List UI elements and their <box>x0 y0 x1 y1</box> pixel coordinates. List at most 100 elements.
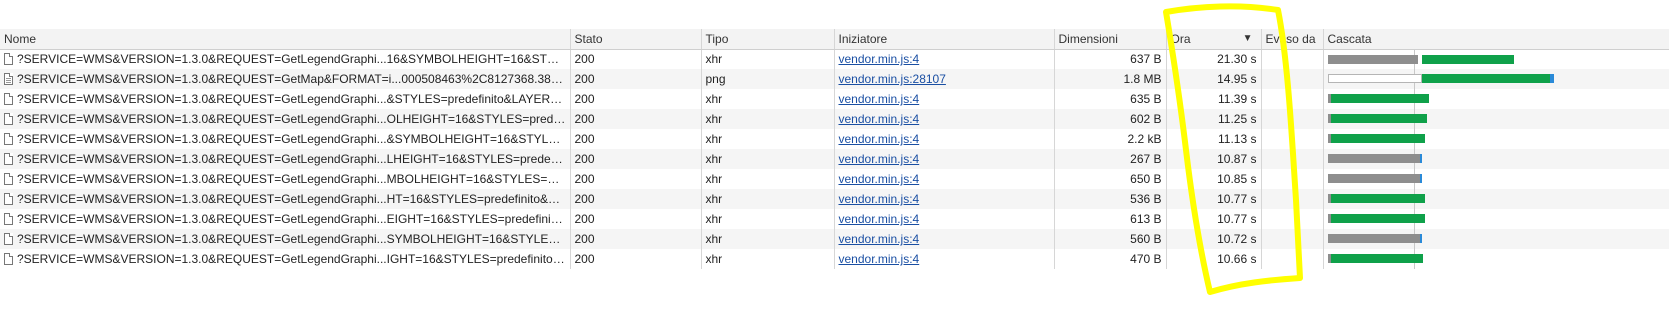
table-row[interactable]: ?SERVICE=WMS&VERSION=1.3.0&REQUEST=GetLe… <box>0 109 1669 129</box>
request-name[interactable]: ?SERVICE=WMS&VERSION=1.3.0&REQUEST=GetLe… <box>0 89 571 109</box>
request-served-from <box>1261 189 1324 209</box>
request-name[interactable]: ?SERVICE=WMS&VERSION=1.3.0&REQUEST=GetLe… <box>0 209 571 229</box>
request-waterfall[interactable] <box>1323 49 1669 69</box>
table-row[interactable]: ?SERVICE=WMS&VERSION=1.3.0&REQUEST=GetLe… <box>0 149 1669 169</box>
waterfall-download-bar <box>1330 254 1423 263</box>
request-name[interactable]: ?SERVICE=WMS&VERSION=1.3.0&REQUEST=GetLe… <box>0 249 571 269</box>
request-status: 200 <box>570 229 702 249</box>
column-header-served-from[interactable]: Evaso da <box>1261 29 1324 50</box>
table-row[interactable]: ?SERVICE=WMS&VERSION=1.3.0&REQUEST=GetLe… <box>0 229 1669 249</box>
request-waterfall[interactable] <box>1323 109 1669 129</box>
table-row[interactable]: ?SERVICE=WMS&VERSION=1.3.0&REQUEST=GetLe… <box>0 169 1669 189</box>
request-served-from <box>1261 229 1324 249</box>
initiator-link[interactable]: vendor.min.js:4 <box>839 152 920 166</box>
request-name[interactable]: ?SERVICE=WMS&VERSION=1.3.0&REQUEST=GetLe… <box>0 189 571 209</box>
request-served-from <box>1261 169 1324 189</box>
column-header-name[interactable]: Nome <box>0 29 571 50</box>
request-initiator: vendor.min.js:4 <box>834 49 1055 69</box>
table-row[interactable]: ?SERVICE=WMS&VERSION=1.3.0&REQUEST=GetLe… <box>0 209 1669 229</box>
initiator-link[interactable]: vendor.min.js:28107 <box>839 72 946 86</box>
column-header-waterfall[interactable]: Cascata <box>1323 29 1669 50</box>
request-time: 10.77 s <box>1166 189 1262 209</box>
waterfall-download-bar <box>1330 214 1425 223</box>
initiator-link[interactable]: vendor.min.js:4 <box>839 232 920 246</box>
request-size: 635 B <box>1054 89 1167 109</box>
request-waterfall[interactable] <box>1323 169 1669 189</box>
table-row[interactable]: ?SERVICE=WMS&VERSION=1.3.0&REQUEST=GetLe… <box>0 249 1669 269</box>
request-name[interactable]: ?SERVICE=WMS&VERSION=1.3.0&REQUEST=GetLe… <box>0 49 571 69</box>
request-served-from <box>1261 149 1324 169</box>
waterfall-waiting-bar <box>1327 74 1422 83</box>
request-type: xhr <box>701 149 835 169</box>
xhr-file-icon <box>4 53 13 66</box>
request-waterfall[interactable] <box>1323 229 1669 249</box>
xhr-file-icon <box>4 233 13 245</box>
waterfall-end-bar <box>1419 174 1422 183</box>
table-header: Nome Stato Tipo Iniziatore Dimensioni Or… <box>0 29 1669 50</box>
request-status: 200 <box>570 49 702 69</box>
request-size: 613 B <box>1054 209 1167 229</box>
request-name-text: ?SERVICE=WMS&VERSION=1.3.0&REQUEST=GetLe… <box>17 232 570 246</box>
initiator-link[interactable]: vendor.min.js:4 <box>839 92 920 106</box>
column-header-status[interactable]: Stato <box>570 29 702 50</box>
request-status: 200 <box>570 189 702 209</box>
request-name[interactable]: ?SERVICE=WMS&VERSION=1.3.0&REQUEST=GetLe… <box>0 169 571 189</box>
request-time: 10.72 s <box>1166 229 1262 249</box>
initiator-link[interactable]: vendor.min.js:4 <box>839 52 920 66</box>
table-row[interactable]: ?SERVICE=WMS&VERSION=1.3.0&REQUEST=GetLe… <box>0 189 1669 209</box>
request-size: 2.2 kB <box>1054 129 1167 149</box>
column-header-initiator[interactable]: Iniziatore <box>834 29 1055 50</box>
request-name-text: ?SERVICE=WMS&VERSION=1.3.0&REQUEST=GetLe… <box>17 172 570 186</box>
request-name[interactable]: ?SERVICE=WMS&VERSION=1.3.0&REQUEST=GetLe… <box>0 229 571 249</box>
column-header-size[interactable]: Dimensioni <box>1054 29 1167 50</box>
initiator-link[interactable]: vendor.min.js:4 <box>839 132 920 146</box>
request-name-text: ?SERVICE=WMS&VERSION=1.3.0&REQUEST=GetLe… <box>17 152 570 166</box>
request-name-text: ?SERVICE=WMS&VERSION=1.3.0&REQUEST=GetLe… <box>17 112 569 126</box>
initiator-link[interactable]: vendor.min.js:4 <box>839 252 920 266</box>
request-time: 10.85 s <box>1166 169 1262 189</box>
request-size: 602 B <box>1054 109 1167 129</box>
request-served-from <box>1261 49 1324 69</box>
request-waterfall[interactable] <box>1323 209 1669 229</box>
request-initiator: vendor.min.js:4 <box>834 229 1055 249</box>
xhr-file-icon <box>4 93 13 105</box>
request-name[interactable]: ?SERVICE=WMS&VERSION=1.3.0&REQUEST=GetLe… <box>0 109 571 129</box>
request-initiator: vendor.min.js:4 <box>834 189 1055 209</box>
xhr-file-icon <box>4 213 13 225</box>
waterfall-waiting-bar <box>1327 174 1420 183</box>
request-waterfall[interactable] <box>1323 249 1669 269</box>
table-row[interactable]: ?SERVICE=WMS&VERSION=1.3.0&REQUEST=GetLe… <box>0 49 1669 69</box>
table-row[interactable]: ?SERVICE=WMS&VERSION=1.3.0&REQUEST=GetLe… <box>0 129 1669 149</box>
request-waterfall[interactable] <box>1323 189 1669 209</box>
waterfall-waiting-bar <box>1327 54 1418 64</box>
request-size: 536 B <box>1054 189 1167 209</box>
request-initiator: vendor.min.js:4 <box>834 149 1055 169</box>
request-waterfall[interactable] <box>1323 129 1669 149</box>
request-name[interactable]: ?SERVICE=WMS&VERSION=1.3.0&REQUEST=GetMa… <box>0 69 571 89</box>
table-row[interactable]: ?SERVICE=WMS&VERSION=1.3.0&REQUEST=GetLe… <box>0 89 1669 109</box>
initiator-link[interactable]: vendor.min.js:4 <box>839 172 920 186</box>
request-waterfall[interactable] <box>1323 149 1669 169</box>
initiator-link[interactable]: vendor.min.js:4 <box>839 212 920 226</box>
request-time: 10.66 s <box>1166 249 1262 269</box>
request-waterfall[interactable] <box>1323 69 1669 89</box>
request-status: 200 <box>570 169 702 189</box>
request-time: 11.25 s <box>1166 109 1262 129</box>
initiator-link[interactable]: vendor.min.js:4 <box>839 192 920 206</box>
column-header-time[interactable]: Ora ▼ <box>1166 29 1262 50</box>
request-type: xhr <box>701 229 835 249</box>
request-time: 14.95 s <box>1166 69 1262 89</box>
request-name[interactable]: ?SERVICE=WMS&VERSION=1.3.0&REQUEST=GetLe… <box>0 149 571 169</box>
column-header-type[interactable]: Tipo <box>701 29 835 50</box>
xhr-file-icon <box>4 133 13 145</box>
request-size: 560 B <box>1054 229 1167 249</box>
request-served-from <box>1261 209 1324 229</box>
xhr-file-icon <box>4 193 13 205</box>
request-name[interactable]: ?SERVICE=WMS&VERSION=1.3.0&REQUEST=GetLe… <box>0 129 571 149</box>
request-name-text: ?SERVICE=WMS&VERSION=1.3.0&REQUEST=GetLe… <box>17 192 570 206</box>
xhr-file-icon <box>4 113 13 125</box>
table-row[interactable]: ?SERVICE=WMS&VERSION=1.3.0&REQUEST=GetMa… <box>0 69 1669 89</box>
request-waterfall[interactable] <box>1323 89 1669 109</box>
request-served-from <box>1261 109 1324 129</box>
initiator-link[interactable]: vendor.min.js:4 <box>839 112 920 126</box>
